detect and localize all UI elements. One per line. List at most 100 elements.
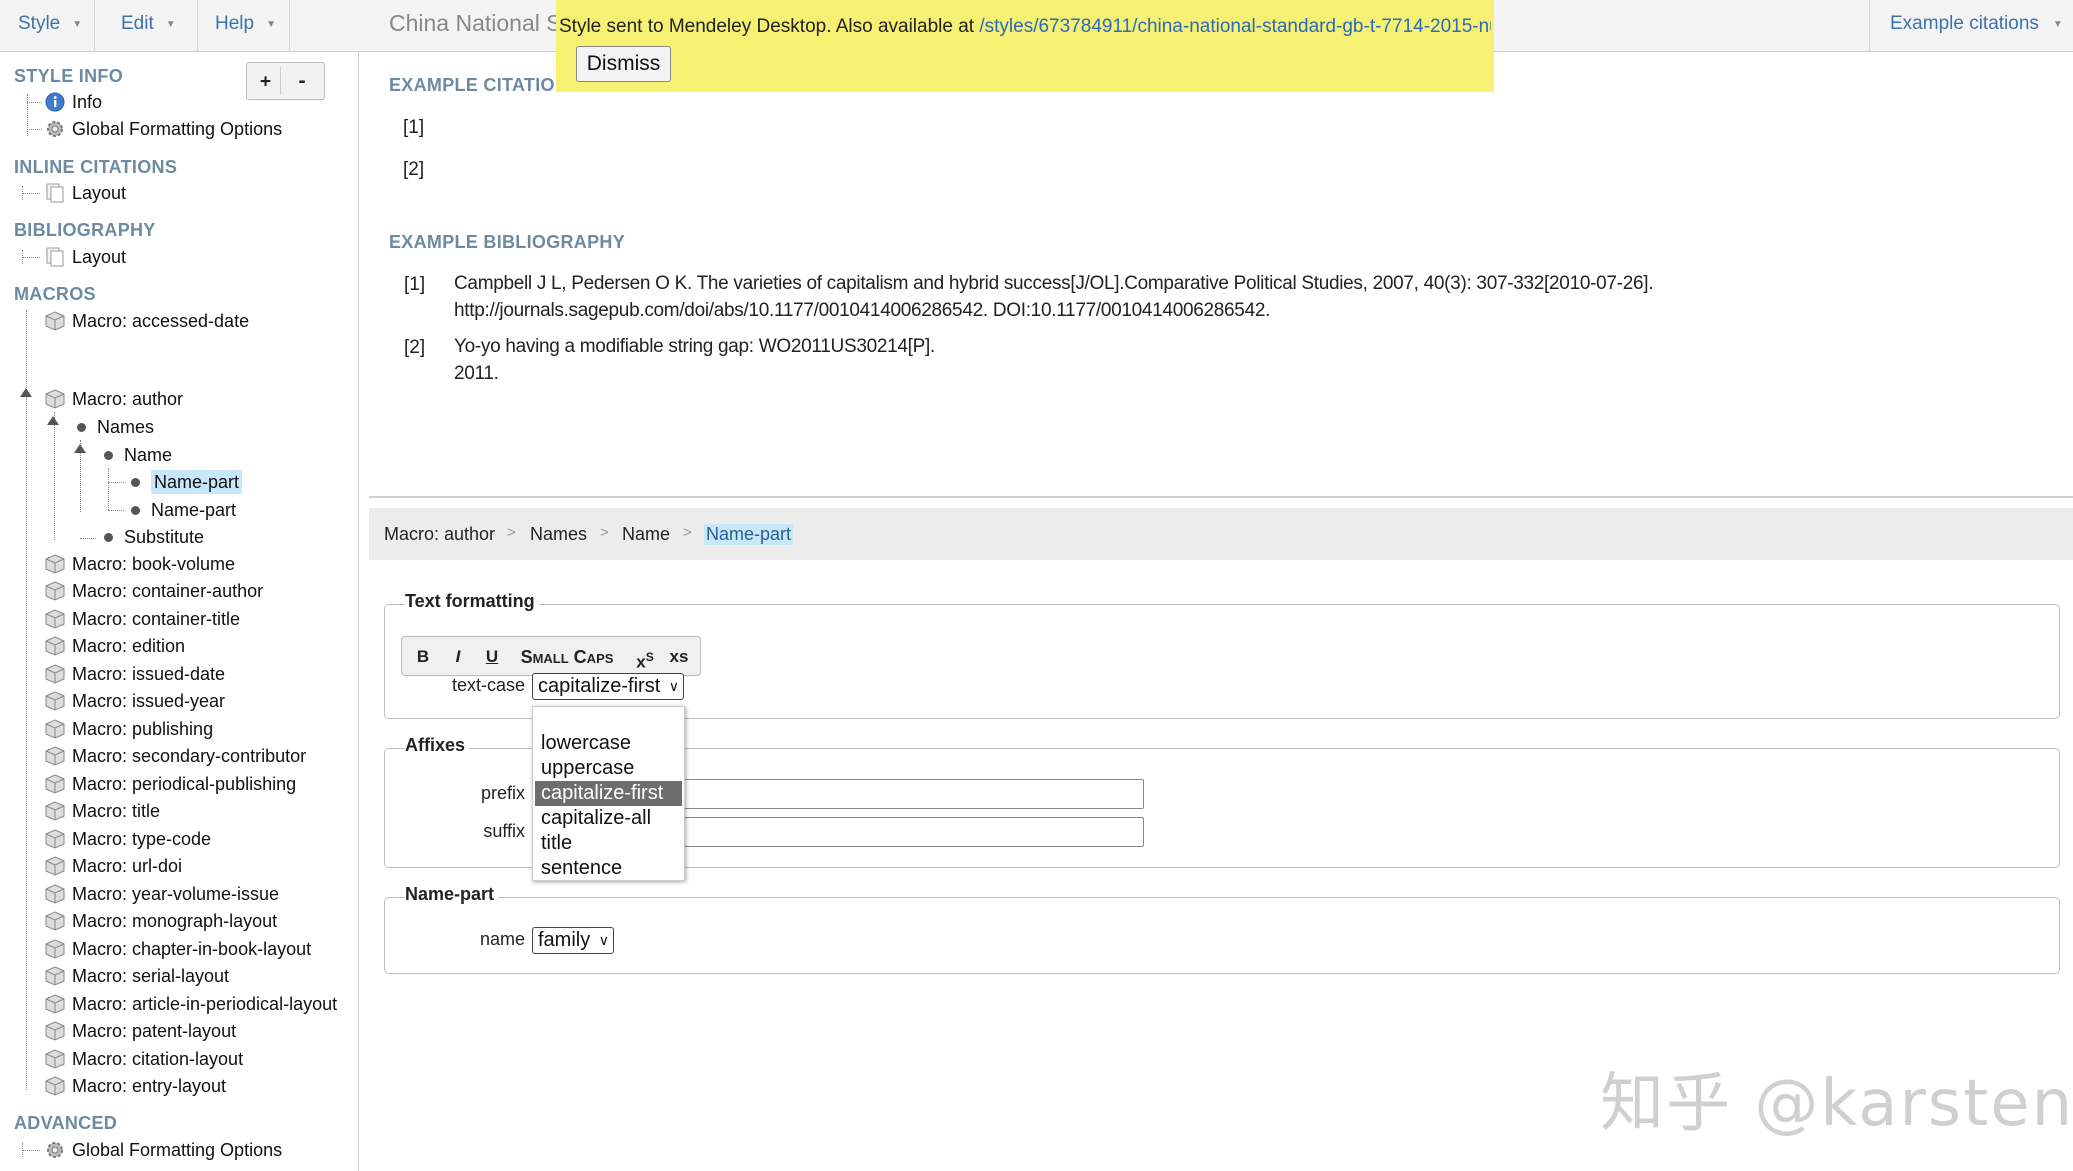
text-case-option-selected[interactable]: capitalize-first xyxy=(535,781,682,806)
tree-item-label: Global Formatting Options xyxy=(72,1140,283,1160)
tree-item-label: Macro: serial-layout xyxy=(72,966,230,986)
prefix-label: prefix xyxy=(480,783,525,803)
style-menu-label: Style xyxy=(18,13,61,34)
help-menu[interactable]: Help ▼ xyxy=(197,0,290,51)
style-menu[interactable]: Style ▼ xyxy=(0,0,95,51)
tree-item-label: Macro: book-volume xyxy=(72,554,236,574)
macro-cube-icon xyxy=(45,1021,65,1041)
bold-button[interactable]: B xyxy=(414,643,432,671)
tree-item-label: Macro: url-doi xyxy=(72,856,183,876)
notification-message: Style sent to Mendeley Desktop. Also ava… xyxy=(559,16,980,37)
watermark: 知乎 @karsten xyxy=(1600,1067,2073,1141)
section-style-info: STYLE INFO xyxy=(14,66,124,86)
tree-item-label: Macro: secondary-contributor xyxy=(72,746,307,766)
text-case-option[interactable]: uppercase xyxy=(535,756,682,781)
example-citation: [2] xyxy=(403,159,425,180)
text-case-select[interactable]: capitalize-first ∨ xyxy=(532,673,684,700)
superscript-button[interactable]: xS xyxy=(632,643,658,672)
underline-button[interactable]: U xyxy=(482,643,502,671)
text-case-option[interactable]: lowercase xyxy=(535,731,682,756)
tree-guide xyxy=(80,538,96,539)
bibliography-entry-line: http://journals.sagepub.com/doi/abs/10.1… xyxy=(454,300,1271,321)
macro-cube-icon xyxy=(45,1049,65,1069)
example-citations-title: EXAMPLE CITATION xyxy=(389,75,569,95)
tree-item-label: Name xyxy=(124,445,173,465)
node-dot-icon xyxy=(131,478,140,487)
text-case-value: capitalize-first xyxy=(538,675,661,697)
collapse-arrow-icon[interactable] xyxy=(20,388,32,397)
macro-cube-icon xyxy=(45,311,65,331)
macro-cube-icon xyxy=(45,691,65,711)
italic-button[interactable]: I xyxy=(450,643,466,671)
node-dot-icon xyxy=(131,506,140,515)
text-case-option[interactable]: title xyxy=(535,831,682,856)
style-url-link[interactable]: /styles/673784911/china-national-standar… xyxy=(979,16,1491,37)
breadcrumb-separator: > xyxy=(683,524,692,541)
name-select[interactable]: family ∨ xyxy=(532,927,614,954)
example-citation: [1] xyxy=(403,117,425,138)
tree-item-label: Macro: edition xyxy=(72,636,186,656)
bibliography-entry-line: Yo-yo having a modifiable string gap: WO… xyxy=(454,336,935,357)
superscript-mark: S xyxy=(645,650,654,664)
breadcrumb-item[interactable]: Macro: author xyxy=(384,524,495,545)
format-toolbar: B I U Small Caps xS xs xyxy=(401,636,701,676)
macro-cube-icon xyxy=(45,911,65,931)
name-select-value: family xyxy=(538,929,591,951)
gear-icon xyxy=(47,1142,63,1158)
edit-menu[interactable]: Edit ▼ xyxy=(103,0,198,51)
examples-panel: EXAMPLE CITATION [1] [2] EXAMPLE BIBLIOG… xyxy=(369,52,2073,498)
macro-cube-icon xyxy=(45,581,65,601)
breadcrumb-item[interactable]: Names xyxy=(530,524,587,545)
tree-item-label: Macro: citation-layout xyxy=(72,1049,244,1069)
text-case-option[interactable]: capitalize-all xyxy=(535,806,682,831)
chevron-down-icon: ∨ xyxy=(598,932,609,948)
tree-guide xyxy=(22,193,40,194)
breadcrumb-separator: > xyxy=(507,524,516,541)
macro-cube-icon xyxy=(45,1076,65,1096)
caret-down-icon: ▼ xyxy=(266,19,276,30)
add-node-button[interactable]: + xyxy=(251,67,281,95)
tree-item-label: Name-part xyxy=(151,470,243,494)
text-case-option[interactable]: sentence xyxy=(535,856,682,881)
tree-item-label: Global Formatting Options xyxy=(72,119,283,139)
notification-bar: Style sent to Mendeley Desktop. Also ava… xyxy=(556,0,1494,92)
name-label: name xyxy=(479,929,525,949)
tree-item-label: Macro: year-volume-issue xyxy=(72,884,280,904)
collapse-arrow-icon[interactable] xyxy=(74,444,86,453)
name-part-legend: Name-part xyxy=(405,884,499,905)
subscript-button[interactable]: xs xyxy=(666,643,692,671)
name-part-fieldset: Name-part name family ∨ xyxy=(384,884,2060,974)
tree-item-label: Macro: container-title xyxy=(72,609,241,629)
tree-guide xyxy=(22,257,40,258)
tree-guide xyxy=(108,482,124,483)
chevron-down-icon: ∨ xyxy=(668,678,679,694)
tree-item-label: Macro: article-in-periodical-layout xyxy=(72,994,338,1014)
tree-guide xyxy=(26,310,27,1090)
macro-cube-icon xyxy=(45,554,65,574)
tree-item-label: Macro: publishing xyxy=(72,719,214,739)
macro-cube-icon xyxy=(45,719,65,739)
small-caps-button[interactable]: Small Caps xyxy=(514,643,620,671)
superscript-base: x xyxy=(636,652,646,672)
node-dot-icon xyxy=(104,533,113,542)
collapse-arrow-icon[interactable] xyxy=(47,416,59,425)
dismiss-button[interactable]: Dismiss xyxy=(576,46,671,82)
style-tree-panel: + - STYLE INFO Info Global Formatting Op… xyxy=(0,52,359,1171)
section-advanced: ADVANCED xyxy=(14,1113,118,1133)
breadcrumb-item[interactable]: Name xyxy=(622,524,670,545)
macro-cube-icon xyxy=(45,966,65,986)
example-bibliography-title: EXAMPLE BIBLIOGRAPHY xyxy=(389,232,626,252)
bibliography-entry-line: Campbell J L, Pedersen O K. The varietie… xyxy=(454,273,1654,294)
breadcrumb-current[interactable]: Name-part xyxy=(704,524,794,545)
bibliography-entry-number: [2] xyxy=(404,337,426,358)
tree-item-label: Macro: author xyxy=(72,389,184,409)
bibliography-entry-line: 2011. xyxy=(454,363,499,384)
example-citations-menu[interactable]: Example citations ▼ xyxy=(1869,0,2073,51)
caret-down-icon: ▼ xyxy=(72,19,83,30)
macro-cube-icon xyxy=(45,994,65,1014)
suffix-label: suffix xyxy=(483,821,525,841)
tree-guide xyxy=(27,102,42,103)
remove-node-button[interactable]: - xyxy=(287,67,317,95)
bibliography-entry-number: [1] xyxy=(404,274,426,295)
text-case-dropdown: lowercase uppercase capitalize-first cap… xyxy=(532,706,685,881)
